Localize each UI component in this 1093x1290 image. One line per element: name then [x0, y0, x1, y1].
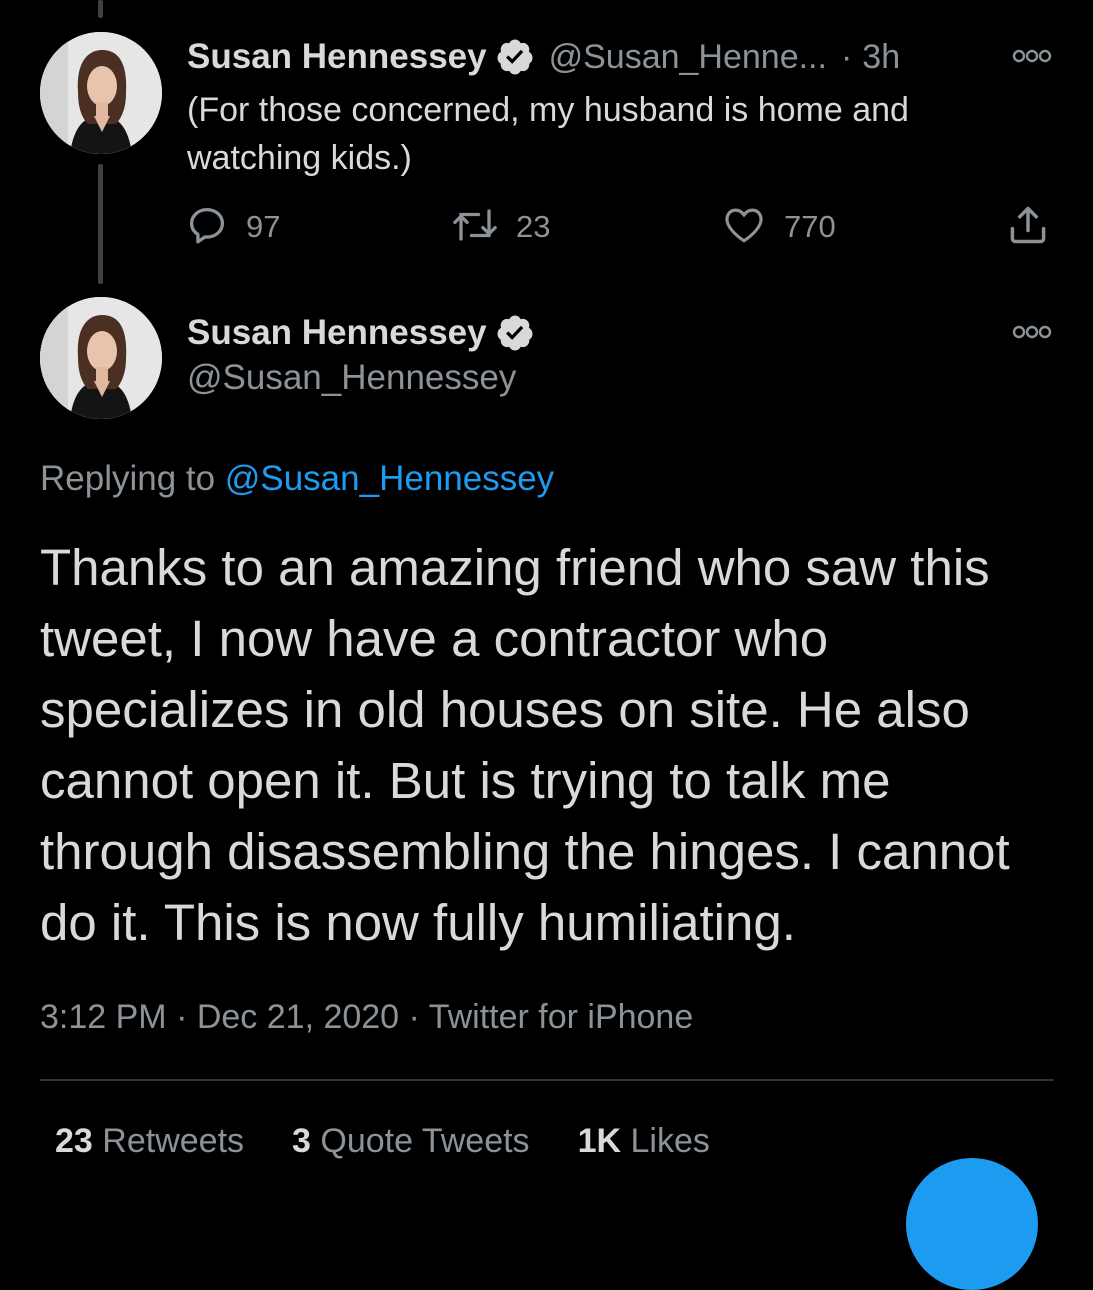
tweet-text: Thanks to an amazing friend who saw this… — [40, 539, 1010, 951]
quotes-count: 3 — [292, 1122, 311, 1160]
retweet-button[interactable]: 23 — [452, 205, 550, 249]
quotes-label: Quote Tweets — [320, 1122, 530, 1160]
like-button[interactable]: 770 — [722, 205, 836, 249]
tweet-meta[interactable]: 3:12 PM · Dec 21, 2020 · Twitter for iPh… — [40, 998, 693, 1037]
avatar[interactable] — [40, 32, 162, 154]
more-options-icon[interactable] — [1012, 48, 1052, 64]
engagement-stats: 23 Retweets 3 Quote Tweets 1K Likes — [55, 1122, 758, 1161]
replying-to: Replying to @Susan_Hennessey — [40, 459, 554, 499]
avatar[interactable] — [40, 297, 162, 419]
display-name[interactable]: Susan Hennessey — [187, 313, 487, 353]
likes-stat[interactable]: 1K Likes — [578, 1122, 710, 1161]
replying-prefix: Replying to — [40, 459, 216, 498]
handle[interactable]: @Susan_Hennessey — [187, 358, 516, 398]
likes-count: 1K — [577, 1122, 622, 1160]
divider — [40, 1079, 1054, 1081]
replying-mention-link[interactable]: @Susan_Hennessey — [225, 459, 554, 498]
tweet1-header: Susan Hennessey @Susan_Henne... · 3h — [187, 37, 900, 77]
more-options-icon[interactable] — [1012, 324, 1052, 340]
retweets-count: 23 — [55, 1122, 93, 1160]
thread-line-top — [98, 0, 103, 18]
reply-icon — [186, 204, 228, 251]
handle[interactable]: @Susan_Henne... — [549, 38, 827, 77]
separator: · — [840, 37, 853, 76]
retweets-label: Retweets — [102, 1122, 245, 1160]
compose-tweet-button[interactable] — [906, 1158, 1038, 1290]
retweet-count: 23 — [516, 209, 551, 244]
reply-count: 97 — [246, 209, 281, 244]
quote-tweets-stat[interactable]: 3 Quote Tweets — [292, 1122, 530, 1161]
display-name[interactable]: Susan Hennessey — [187, 37, 487, 77]
reply-button[interactable]: 97 — [186, 205, 280, 249]
like-count: 770 — [784, 209, 836, 244]
heart-icon — [722, 204, 766, 251]
tweet-text: (For those concerned, my husband is home… — [187, 91, 909, 177]
share-icon — [1006, 203, 1050, 252]
verified-badge-icon — [495, 37, 535, 77]
likes-label: Likes — [630, 1122, 710, 1160]
retweet-icon — [452, 204, 498, 251]
tweet2-header: Susan Hennessey — [187, 313, 535, 353]
thread-line-connector — [98, 164, 103, 284]
timestamp[interactable]: 3h — [862, 38, 900, 77]
verified-badge-icon — [495, 313, 535, 353]
share-button[interactable] — [1006, 205, 1050, 249]
retweets-stat[interactable]: 23 Retweets — [55, 1122, 244, 1161]
